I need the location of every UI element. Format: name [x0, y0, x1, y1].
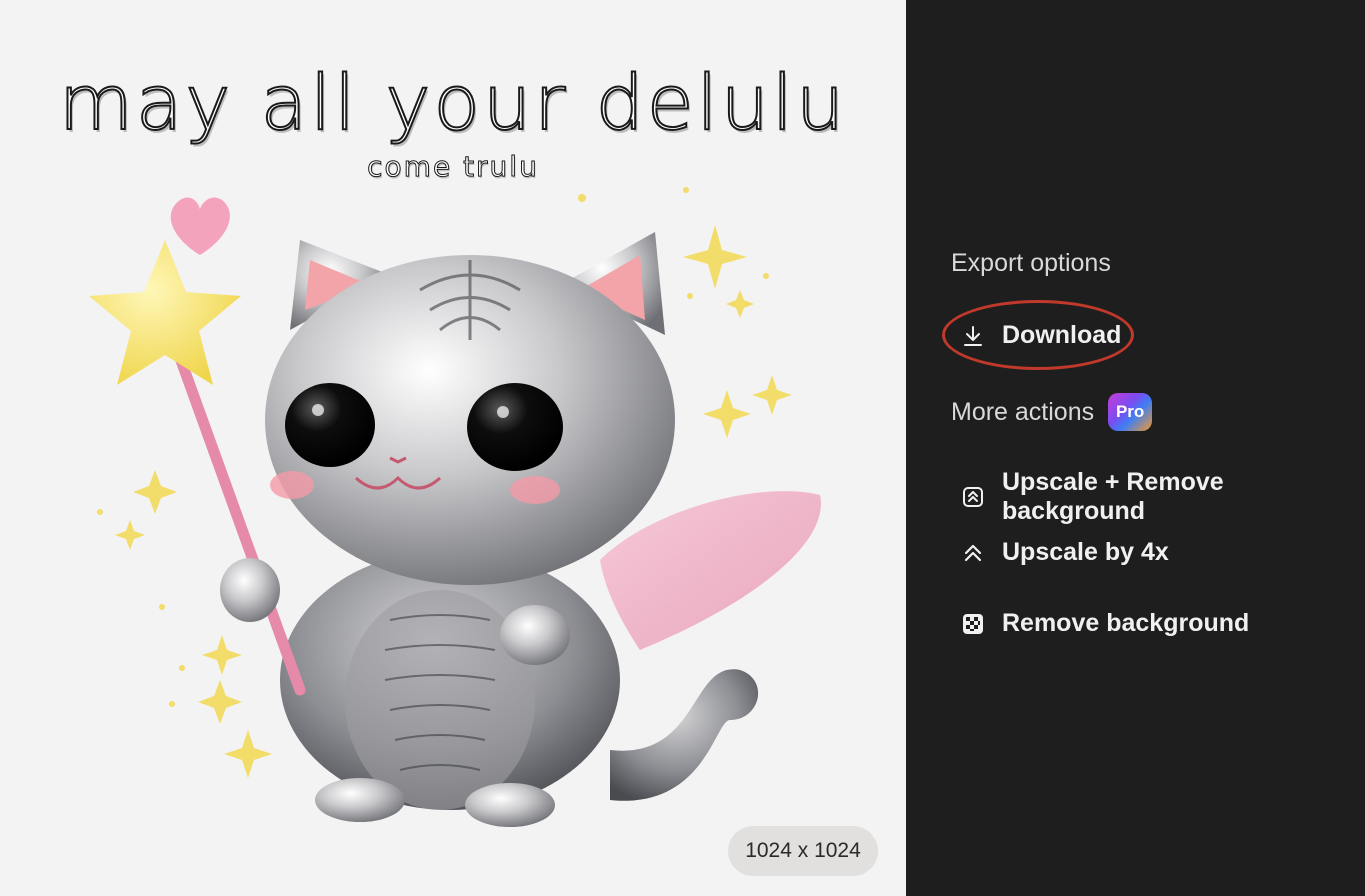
- export-panel: Export options Download More actions Pro…: [906, 0, 1365, 896]
- more-actions-label: More actions: [951, 397, 1095, 426]
- headline-text: may all your delulu: [58, 57, 848, 148]
- download-icon: [961, 324, 985, 348]
- upscale-4x-button[interactable]: Upscale by 4x: [961, 538, 1169, 567]
- more-actions-title: More actions Pro: [951, 393, 1153, 431]
- download-button[interactable]: Download: [961, 321, 1121, 350]
- upscale-remove-label: Upscale + Remove background: [1002, 468, 1224, 525]
- subline-text: come trulu: [367, 150, 539, 184]
- right-eye: [467, 383, 563, 471]
- wand-star: [89, 240, 241, 385]
- double-chevron-up-icon: [961, 541, 985, 565]
- image-size-badge: 1024 x 1024: [728, 826, 878, 876]
- checkerboard-icon: [961, 612, 985, 636]
- remove-background-button[interactable]: Remove background: [961, 609, 1249, 638]
- pro-badge: Pro: [1108, 393, 1153, 431]
- image-canvas: may all your delulu come trulu 1024 x 10…: [0, 0, 906, 896]
- upscale-remove-background-button[interactable]: Upscale + Remove background: [961, 468, 1365, 526]
- export-options-title: Export options: [951, 249, 1111, 277]
- download-label: Download: [1002, 321, 1122, 349]
- heart: [170, 197, 230, 255]
- left-eye: [285, 383, 375, 467]
- remove-background-label: Remove background: [1002, 609, 1250, 637]
- upscale-4x-label: Upscale by 4x: [1002, 538, 1169, 566]
- upscale-remove-icon: [961, 485, 985, 509]
